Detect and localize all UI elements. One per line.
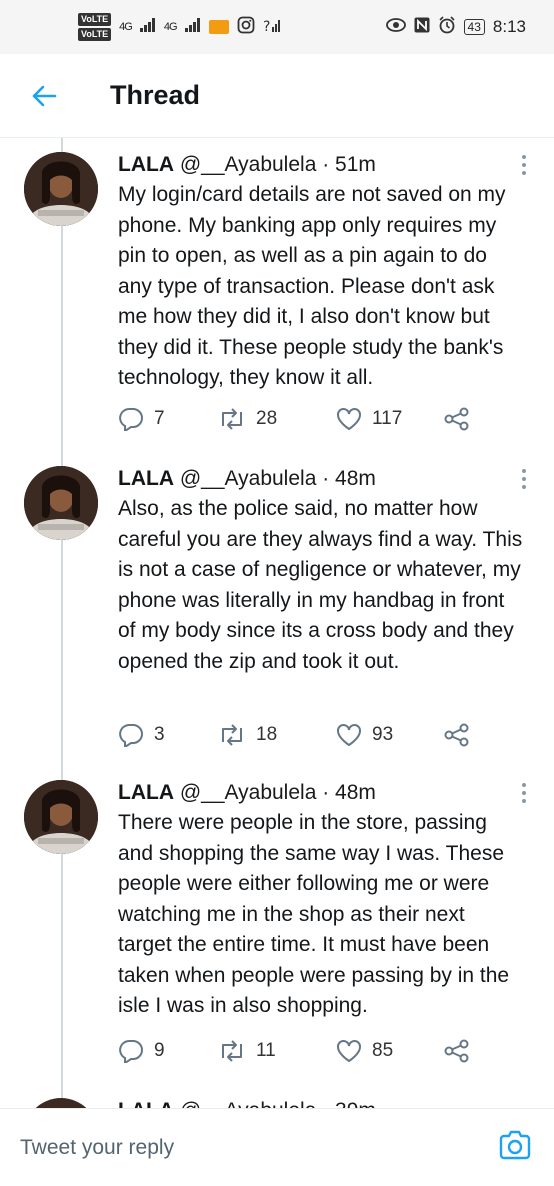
signal-icon-1 xyxy=(139,17,156,37)
like-count: 85 xyxy=(372,1040,394,1061)
avatar[interactable] xyxy=(24,780,98,854)
battery-indicator: 43 xyxy=(463,19,485,35)
author-handle[interactable]: @__Ayabulela xyxy=(180,1099,317,1108)
author-handle[interactable]: @__Ayabulela xyxy=(180,467,317,490)
share-button[interactable] xyxy=(444,407,470,431)
volte-indicators: VoLTE VoLTE xyxy=(78,13,112,41)
camera-button[interactable] xyxy=(498,1130,532,1165)
retweet-button[interactable]: 11 xyxy=(218,1040,336,1062)
reply-count: 9 xyxy=(154,1040,165,1061)
signal-icon-2 xyxy=(184,17,201,37)
like-button[interactable]: 117 xyxy=(336,407,444,431)
nfc-icon xyxy=(414,17,430,38)
heart-icon xyxy=(337,408,361,431)
author-name[interactable]: LALA xyxy=(118,467,174,490)
like-button[interactable]: 93 xyxy=(336,723,444,747)
avatar[interactable] xyxy=(24,466,98,540)
thread-header: Thread xyxy=(0,54,554,138)
tweet[interactable]: LALA @__Ayabulela · 51m My login/card de… xyxy=(0,138,554,456)
status-right: 43 8:13 xyxy=(385,15,526,39)
tweet-actions: 7 28 117 xyxy=(118,404,478,434)
reply-button[interactable]: 9 xyxy=(118,1039,218,1063)
more-options-button[interactable] xyxy=(514,464,534,494)
more-options-button[interactable] xyxy=(514,150,534,180)
tweet-text: There were people in the store, passing … xyxy=(118,811,510,1017)
tweet-timestamp[interactable]: · 48m xyxy=(322,781,376,804)
reply-count: 3 xyxy=(154,724,165,745)
share-icon xyxy=(444,1039,469,1063)
retweet-icon xyxy=(222,408,242,430)
arrow-left-icon xyxy=(32,85,57,106)
reply-input[interactable]: Tweet your reply xyxy=(20,1136,174,1160)
instagram-icon xyxy=(237,16,255,39)
app-notification-icon xyxy=(208,20,229,34)
like-count: 93 xyxy=(372,724,394,745)
retweet-button[interactable]: 28 xyxy=(218,408,336,430)
reply-icon xyxy=(119,1040,143,1063)
alarm-icon xyxy=(438,15,456,39)
status-time: 8:13 xyxy=(492,17,526,36)
retweet-button[interactable]: 18 xyxy=(218,724,336,746)
tweet-body: LALA @__Ayabulela · 48m There were peopl… xyxy=(118,778,524,1022)
author-handle[interactable]: @__Ayabulela xyxy=(180,781,317,804)
svg-text:?: ? xyxy=(263,19,270,33)
reply-button[interactable]: 7 xyxy=(118,407,218,431)
tweet-body: LALA @__Ayabulela · 51m My login/card de… xyxy=(118,150,524,394)
retweet-icon xyxy=(222,724,242,746)
tweet-actions: 3 18 93 xyxy=(118,720,478,750)
reply-count: 7 xyxy=(154,408,165,429)
tweet[interactable]: LALA @__Ayabulela · 48m There were peopl… xyxy=(0,766,554,1086)
reply-icon xyxy=(119,408,143,431)
reply-bar: Tweet your reply xyxy=(0,1108,554,1186)
heart-icon xyxy=(337,724,361,747)
author-name[interactable]: LALA xyxy=(118,1099,174,1108)
page-title: Thread xyxy=(110,80,201,110)
status-left: VoLTE VoLTE 4G 4G ? xyxy=(78,13,283,41)
tweet[interactable]: LALA @__Ayabulela · 48m Also, as the pol… xyxy=(0,452,554,770)
retweet-count: 18 xyxy=(256,724,278,745)
author-name[interactable]: LALA xyxy=(118,153,174,176)
retweet-icon xyxy=(222,1040,242,1062)
more-options-button[interactable] xyxy=(514,778,534,808)
wifi-signal-icon: ? xyxy=(263,17,283,38)
network-type-2: 4G xyxy=(163,21,178,33)
retweet-count: 28 xyxy=(256,408,278,429)
eye-icon xyxy=(385,17,406,37)
tweet-timestamp[interactable]: · 51m xyxy=(322,153,376,176)
camera-icon xyxy=(499,1130,531,1160)
tweet-text: Also, as the police said, no matter how … xyxy=(118,497,523,673)
author-handle[interactable]: @__Ayabulela xyxy=(180,153,317,176)
tweet-header: LALA @__Ayabulela · 51m xyxy=(118,150,524,180)
volte-badge-1: VoLTE xyxy=(78,13,112,26)
share-button[interactable] xyxy=(444,1039,470,1063)
tweet-timestamp[interactable]: · 48m xyxy=(322,467,376,490)
share-icon xyxy=(444,407,469,431)
tweet-text: My login/card details are not saved on m… xyxy=(118,183,506,389)
tweet-body: LALA @__Ayabulela · 48m Also, as the pol… xyxy=(118,464,524,677)
volte-badge-2: VoLTE xyxy=(78,28,112,41)
tweet-header: LALA @__Ayabulela · 48m xyxy=(118,464,524,494)
back-button[interactable] xyxy=(24,76,64,116)
share-button[interactable] xyxy=(444,723,470,747)
tweet-actions: 9 11 85 xyxy=(118,1036,478,1066)
avatar[interactable] xyxy=(24,152,98,226)
heart-icon xyxy=(337,1040,361,1063)
reply-button[interactable]: 3 xyxy=(118,723,218,747)
tweet-header: LALA @__Ayabulela · 39m xyxy=(118,1096,376,1108)
retweet-count: 11 xyxy=(256,1040,276,1061)
status-bar: VoLTE VoLTE 4G 4G ? 43 8:13 xyxy=(0,0,554,54)
tweet-header: LALA @__Ayabulela · 48m xyxy=(118,778,524,808)
network-type-1: 4G xyxy=(119,21,133,33)
author-name[interactable]: LALA xyxy=(118,781,174,804)
reply-icon xyxy=(119,724,143,747)
avatar[interactable] xyxy=(24,1098,98,1108)
like-count: 117 xyxy=(372,408,403,429)
tweet-partial[interactable]: LALA @__Ayabulela · 39m xyxy=(0,1090,554,1108)
share-icon xyxy=(444,723,469,747)
like-button[interactable]: 85 xyxy=(336,1039,444,1063)
tweet-timestamp[interactable]: · 39m xyxy=(322,1099,376,1108)
